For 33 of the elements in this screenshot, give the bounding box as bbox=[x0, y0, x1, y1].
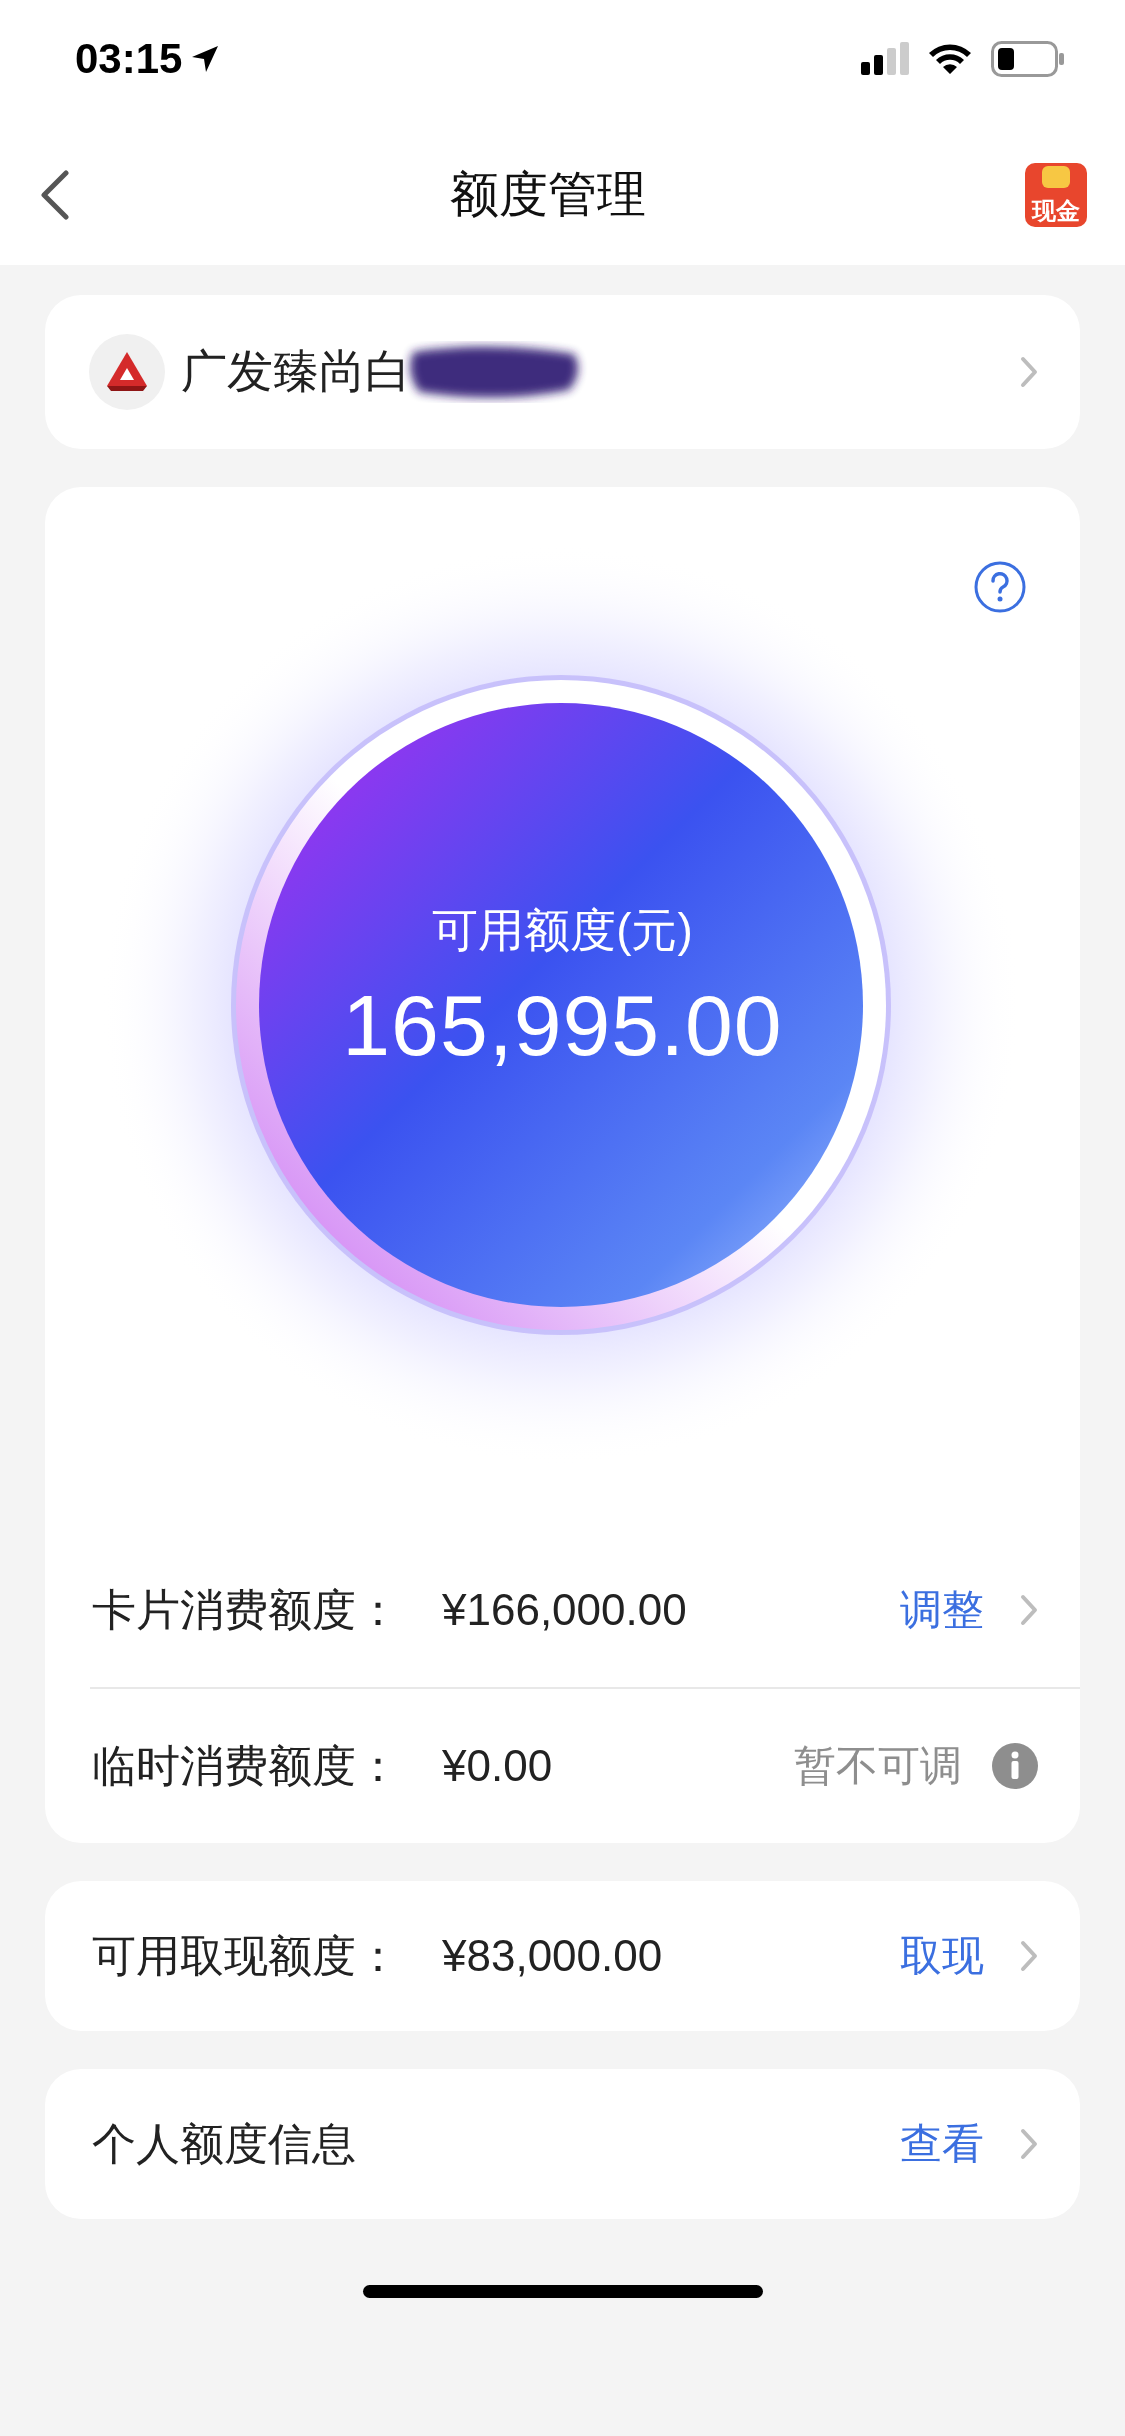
limit-label: 临时消费额度： bbox=[92, 1739, 401, 1792]
available-amount: 165,995.00 bbox=[342, 976, 783, 1075]
card-name: 广发臻尚白 bbox=[181, 344, 411, 399]
limit-label: 个人额度信息 bbox=[92, 2117, 356, 2170]
info-card[interactable]: 个人额度信息 查看 bbox=[45, 2069, 1080, 2219]
location-arrow-icon bbox=[190, 43, 221, 74]
limit-amount: ¥83,000.00 bbox=[442, 1931, 663, 1981]
chevron-right-icon bbox=[1020, 1940, 1038, 1972]
page-title: 额度管理 bbox=[449, 166, 646, 223]
limit-amount: ¥0.00 bbox=[442, 1741, 553, 1791]
available-label: 可用额度(元) bbox=[432, 903, 693, 958]
info-card[interactable]: 可用取现额度： ¥83,000.00 取现 bbox=[45, 1881, 1080, 2031]
chevron-right-icon bbox=[1020, 356, 1038, 388]
status-text: 暂不可调 bbox=[794, 1741, 962, 1791]
back-button[interactable] bbox=[40, 170, 70, 220]
info-icon[interactable] bbox=[992, 1743, 1038, 1789]
help-icon[interactable] bbox=[974, 561, 1026, 613]
action-link[interactable]: 查看 bbox=[900, 2116, 984, 2172]
adjust-link[interactable]: 调整 bbox=[900, 1582, 984, 1638]
cash-button[interactable]: 现金 bbox=[1025, 163, 1087, 227]
card-selector[interactable]: 广发臻尚白 bbox=[45, 295, 1080, 449]
signal-icon bbox=[861, 41, 909, 76]
limit-amount: ¥166,000.00 bbox=[442, 1585, 687, 1635]
limit-label: 卡片消费额度： bbox=[92, 1583, 401, 1636]
wifi-icon bbox=[927, 41, 973, 76]
chevron-right-icon bbox=[1020, 2128, 1038, 2160]
bank-logo-icon bbox=[89, 334, 165, 410]
status-time: 03:15 bbox=[75, 34, 183, 83]
action-link[interactable]: 取现 bbox=[900, 1928, 984, 1984]
back-icon bbox=[40, 170, 70, 220]
limit-label: 可用取现额度： bbox=[92, 1929, 401, 1982]
battery-icon bbox=[991, 40, 1065, 77]
chevron-right-icon bbox=[1020, 1594, 1038, 1626]
